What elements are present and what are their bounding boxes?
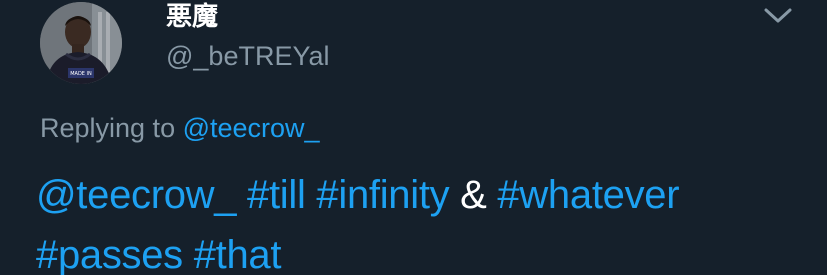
hashtag-link[interactable]: #till [247,173,306,217]
replying-to-label: Replying to [40,113,176,143]
hashtag-link[interactable]: #that [194,233,282,275]
chevron-down-icon[interactable] [763,6,793,26]
mention-link[interactable]: @teecrow_ [36,173,237,217]
hashtag-link[interactable]: #whatever [497,173,679,217]
avatar[interactable]: MADE IN [40,2,122,84]
tweet-body: @teecrow_ #till #infinity & #whatever #p… [36,165,816,275]
shirt-print: MADE IN [70,71,92,77]
hashtag-link[interactable]: #infinity [316,173,449,217]
hashtag-link[interactable]: #passes [36,233,183,275]
display-name[interactable]: 悪魔 [166,2,218,32]
profile-photo: MADE IN [40,2,122,84]
body-text: & [460,173,487,217]
replying-to-line: Replying to @teecrow_ [40,112,320,144]
replying-to-mention[interactable]: @teecrow_ [183,113,320,143]
user-handle[interactable]: @_beTREYal [166,40,329,72]
